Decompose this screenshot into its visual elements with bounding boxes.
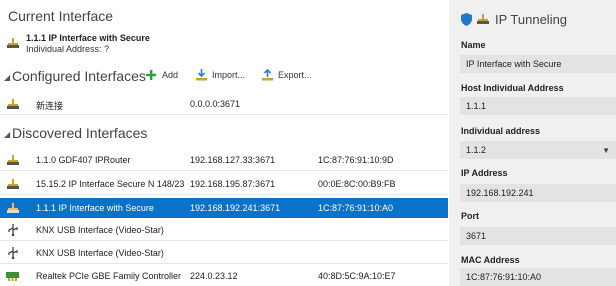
collapse-configured-icon[interactable]: ◢: [4, 73, 10, 82]
current-interface-name: 1.1.1 IP Interface with Secure: [26, 33, 150, 43]
mac-address-label: MAC Address: [461, 255, 520, 265]
discovered-interface-mac: 40:8D:5C:9A:10:E7: [318, 271, 396, 281]
import-button[interactable]: Import...: [196, 68, 252, 84]
discovered-interface-mac: 1C:87:76:91:10:9D: [318, 155, 394, 165]
import-button-label: Import...: [212, 70, 246, 80]
add-interface-button[interactable]: Add: [146, 68, 186, 84]
ip-address-field[interactable]: 192.168.192.241: [460, 184, 616, 202]
discovered-interface-row[interactable]: KNX USB Interface (Video-Star): [0, 220, 448, 241]
network-plug-icon: [477, 14, 489, 24]
port-label: Port: [461, 211, 479, 221]
export-button-label: Export...: [278, 70, 312, 80]
network-plug-icon: [7, 99, 19, 109]
discovered-interface-mac: 00:0E:8C:00:B9:FB: [318, 179, 396, 189]
discovered-interface-name: 1.1.0 GDF407 IPRouter: [36, 155, 131, 165]
current-interface-address: Individual Address: ?: [26, 44, 110, 54]
discovered-interface-row[interactable]: Realtek PCIe GBE Family Controller 224.0…: [0, 266, 448, 286]
individual-address-select[interactable]: 1.1.2 ▼: [460, 141, 616, 159]
ip-tunneling-panel: IP Tunneling Name IP Interface with Secu…: [449, 0, 616, 286]
export-button[interactable]: Export...: [262, 68, 318, 84]
shield-icon: [461, 13, 472, 26]
discovered-interface-row[interactable]: 15.15.2 IP Interface Secure N 148/23 192…: [0, 174, 448, 195]
configured-interfaces-heading: Configured Interfaces: [12, 68, 146, 84]
network-plug-icon: [7, 179, 19, 189]
network-plug-icon: [7, 38, 19, 48]
discovered-interface-row[interactable]: 1.1.0 GDF407 IPRouter 192.168.127.33:367…: [0, 150, 448, 171]
individual-address-label: Individual address: [461, 126, 541, 136]
usb-icon: [8, 224, 18, 236]
discovered-interfaces-heading: Discovered Interfaces: [12, 125, 148, 141]
discovered-interface-address: 192.168.127.33:3671: [190, 155, 276, 165]
discovered-interface-row-selected[interactable]: 1.1.1 IP Interface with Secure 192.168.1…: [0, 198, 448, 218]
export-icon: [262, 69, 273, 81]
collapse-discovered-icon[interactable]: ◢: [4, 130, 10, 139]
name-label: Name: [461, 40, 486, 50]
configured-interface-name: 新连接: [36, 101, 64, 111]
chevron-down-icon: ▼: [602, 146, 610, 155]
ip-address-label: IP Address: [461, 168, 508, 178]
network-plug-icon: [7, 155, 19, 165]
port-field[interactable]: 3671: [460, 227, 616, 245]
add-button-label: Add: [162, 70, 179, 80]
discovered-interface-address: 192.168.195.87:3671: [190, 179, 276, 189]
configured-interface-address: 0.0.0.0:3671: [190, 99, 241, 109]
discovered-interface-mac: 1C:87:76:91:10:A0: [318, 203, 394, 213]
discovered-interface-name: 15.15.2 IP Interface Secure N 148/23: [36, 179, 185, 189]
name-field[interactable]: IP Interface with Secure: [460, 55, 616, 73]
individual-address-value: 1.1.2: [466, 145, 487, 155]
mac-address-field[interactable]: 1C:87:76:91:10:A0: [460, 268, 616, 286]
discovered-interface-name: KNX USB Interface (Video-Star): [36, 225, 164, 235]
panel-title: IP Tunneling: [495, 12, 568, 27]
discovered-interface-address: 192.168.192.241:3671: [190, 203, 281, 213]
discovered-interface-name: KNX USB Interface (Video-Star): [36, 248, 164, 258]
current-interface-heading: Current Interface: [8, 8, 114, 24]
plus-icon: [146, 70, 156, 80]
host-individual-address-label: Host Individual Address: [461, 83, 564, 93]
usb-icon: [8, 247, 18, 259]
discovered-interface-name: 1.1.1 IP Interface with Secure: [36, 203, 154, 213]
discovered-interface-row[interactable]: KNX USB Interface (Video-Star): [0, 243, 448, 264]
configured-interface-row[interactable]: 新连接 0.0.0.0:3671: [0, 94, 448, 115]
network-plug-icon: [7, 203, 19, 213]
host-individual-address-field[interactable]: 1.1.1: [460, 97, 616, 115]
discovered-interface-address: 224.0.23.12: [190, 271, 238, 281]
interfaces-pane: Current Interface 1.1.1 IP Interface wit…: [0, 0, 448, 286]
discovered-interface-name: Realtek PCIe GBE Family Controller: [36, 271, 182, 281]
network-card-icon: [6, 272, 19, 281]
import-icon: [196, 69, 207, 81]
